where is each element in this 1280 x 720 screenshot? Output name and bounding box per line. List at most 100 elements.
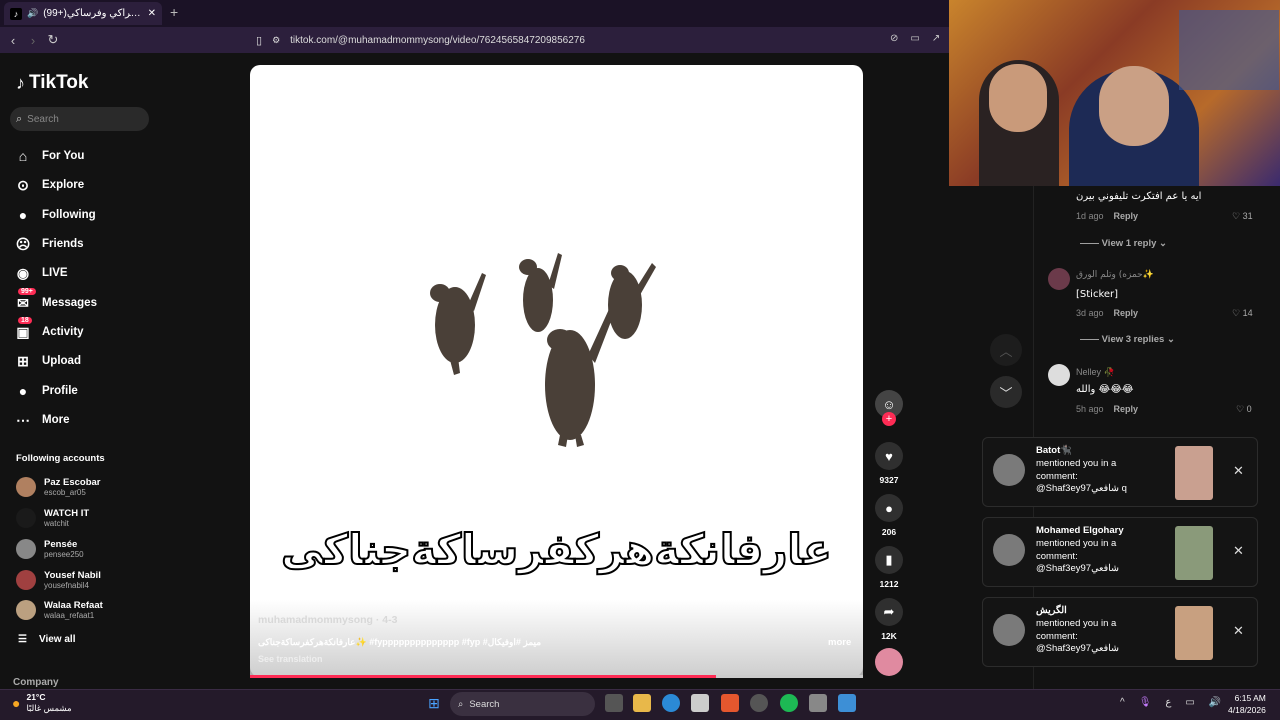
compass-icon: ⊙ [17, 176, 29, 193]
language-indicator[interactable]: ع [1165, 697, 1171, 708]
sidebar-item-friends[interactable]: ☹ Friends [14, 233, 154, 255]
mention-notification[interactable]: Mohamed Elgohary mentioned you in a comme… [982, 517, 1258, 587]
forward-icon[interactable]: › [23, 33, 43, 48]
music-disc[interactable] [874, 648, 904, 676]
activity-icon: ▣ 18 [14, 317, 32, 341]
store-icon[interactable] [691, 694, 709, 712]
comment-like[interactable]: ♡ 31 [1232, 211, 1253, 222]
tiktok-logo[interactable]: ♪ TikTok [16, 72, 88, 94]
music-disc-icon [875, 648, 903, 676]
spotify-icon[interactable] [780, 694, 798, 712]
save-button[interactable]: ▮ 1212 [874, 546, 904, 589]
more-link[interactable]: more [828, 637, 851, 648]
like-button[interactable]: ♥ 9327 [874, 442, 904, 485]
app-icon[interactable] [750, 694, 768, 712]
microphone-icon[interactable]: 🎙 [1139, 697, 1152, 708]
tab-title: (99+)عارفة انا اهراكي وفرساكي [43, 8, 142, 19]
share-button[interactable]: ➦ 12K [874, 598, 904, 641]
chevron-up-icon[interactable]: ^ [1120, 697, 1125, 708]
sidebar-item-live[interactable]: ◉ LIVE [14, 262, 154, 284]
following-account[interactable]: Yousef Nabil yousefnabil4 [16, 566, 156, 594]
video-thumbnail[interactable] [1175, 606, 1213, 660]
volume-icon[interactable]: 🔊 [1209, 697, 1221, 708]
comment-author[interactable]: Nelley 🥀 [1076, 367, 1115, 378]
comment-button[interactable]: ● 206 [874, 494, 904, 537]
following-account[interactable]: Pensée pensee250 [16, 535, 156, 563]
network-icon[interactable]: ▭ [1185, 697, 1194, 708]
company-link[interactable]: Company [13, 677, 59, 688]
like-count: 9327 [879, 475, 899, 485]
sidebar-item-explore[interactable]: ⊙ Explore [14, 174, 154, 196]
share-icon[interactable]: ↗ [932, 33, 940, 44]
edge-icon[interactable] [662, 694, 680, 712]
following-accounts-title: Following accounts [16, 453, 105, 464]
cast-icon[interactable]: ▭ [910, 33, 919, 44]
sidebar-item-for-you[interactable]: ⌂ For You [14, 145, 154, 167]
following-account[interactable]: Paz Escobar escob_ar05 [16, 473, 156, 501]
sidebar-item-following[interactable]: ● Following [14, 204, 154, 226]
sidebar-item-profile[interactable]: ● Profile [14, 380, 154, 402]
commenter-avatar[interactable] [1048, 268, 1070, 290]
sidebar-item-messages[interactable]: ✉ 99+ Messages [14, 288, 154, 314]
view-replies-button[interactable]: —— View 1 reply ⌄ [1080, 238, 1167, 249]
comment-author[interactable]: حمزه) وتلم الورق✨ [1076, 270, 1154, 280]
weather-widget[interactable]: ● 21°C مشمس غالبًا [12, 692, 72, 714]
file-explorer-icon[interactable] [633, 694, 651, 712]
commenter-avatar[interactable] [1048, 364, 1070, 386]
back-icon[interactable]: ‹ [3, 33, 23, 48]
app2-icon[interactable] [838, 694, 856, 712]
view-all-link[interactable]: ☰ View all [18, 634, 75, 645]
video-author[interactable]: muhamadmommysong · 4-3 [258, 614, 397, 626]
new-tab-button[interactable]: + [170, 4, 178, 20]
sidebar-item-activity[interactable]: ▣ 18 Activity [14, 317, 154, 343]
video-thumbnail[interactable] [1175, 526, 1213, 580]
following-account[interactable]: WATCH IT watchit [16, 504, 156, 532]
bookmark-icon[interactable]: ▯ [256, 34, 262, 47]
notification-user: Mohamed Elgohary [1036, 525, 1124, 536]
progress-fill [250, 675, 716, 678]
brave-icon[interactable] [721, 694, 739, 712]
close-icon[interactable]: ✕ [1233, 623, 1244, 639]
address-bar[interactable]: ▯ ⚙ tiktok.com/@muhamadmommysong/video/7… [256, 30, 946, 50]
sidebar-item-upload[interactable]: ⊞ Upload [14, 350, 154, 372]
close-icon[interactable]: ✕ [1233, 543, 1244, 559]
mention-notification[interactable]: Batot🐈‍⬛ mentioned you in a comment: @Sha… [982, 437, 1258, 507]
speaker-icon[interactable]: 🔊 [27, 8, 38, 19]
close-icon[interactable]: ✕ [1233, 463, 1244, 479]
video-thumbnail[interactable] [1175, 446, 1213, 500]
mention-notification[interactable]: الگريش mentioned you in a comment: @Shaf3… [982, 597, 1258, 667]
reply-button[interactable]: Reply [1114, 211, 1139, 221]
no-tracking-icon[interactable]: ⊘ [890, 33, 898, 44]
site-info-icon[interactable]: ⚙ [272, 35, 280, 46]
reload-icon[interactable]: ↻ [43, 32, 63, 48]
task-view-icon[interactable] [605, 694, 623, 712]
comment-text: والله 😂😂😂 [1076, 384, 1134, 395]
taskbar-search[interactable]: ⌕ Search [450, 692, 595, 716]
notification-message: mentioned you in a comment: @Shaf3ey97شا… [1036, 458, 1127, 494]
following-account[interactable]: Walaa Refaat walaa_refaat1 [16, 596, 156, 624]
comment-like[interactable]: ♡ 0 [1236, 404, 1252, 415]
reply-button[interactable]: Reply [1114, 308, 1139, 318]
reply-button[interactable]: Reply [1114, 404, 1139, 414]
comment-text: ايه يا عم افتكرت تليفوني بيرن [1076, 191, 1202, 202]
next-video-button[interactable]: ﹀ [990, 376, 1022, 408]
previous-video-button[interactable]: ︿ [990, 334, 1022, 366]
friends-icon: ☹ [15, 235, 31, 252]
view-replies-button[interactable]: —— View 3 replies ⌄ [1080, 334, 1175, 345]
avatar [16, 477, 36, 497]
search-input[interactable]: ⌕ Search [10, 107, 149, 131]
sidebar-item-label: For You [42, 150, 85, 162]
video-progress-bar[interactable] [250, 675, 863, 678]
comment-like[interactable]: ♡ 14 [1232, 308, 1253, 319]
browser-tab[interactable]: ♪ 🔊 (99+)عارفة انا اهراكي وفرساكي ✕ [4, 2, 162, 25]
author-avatar-button[interactable]: ☺ + [874, 390, 904, 426]
tab-close-button[interactable]: ✕ [148, 8, 156, 19]
see-translation-link[interactable]: See translation [258, 654, 323, 664]
account-handle: yousefnabil4 [44, 581, 89, 590]
follow-plus-icon[interactable]: + [882, 412, 896, 426]
sidebar-item-more[interactable]: ⋯ More [14, 409, 154, 431]
windows-start-icon[interactable]: ⊞ [425, 694, 443, 712]
settings-icon[interactable] [809, 694, 827, 712]
sun-icon: ● [12, 695, 21, 711]
taskbar-clock[interactable]: 6:15 AM 4/18/2026 [1228, 692, 1266, 716]
